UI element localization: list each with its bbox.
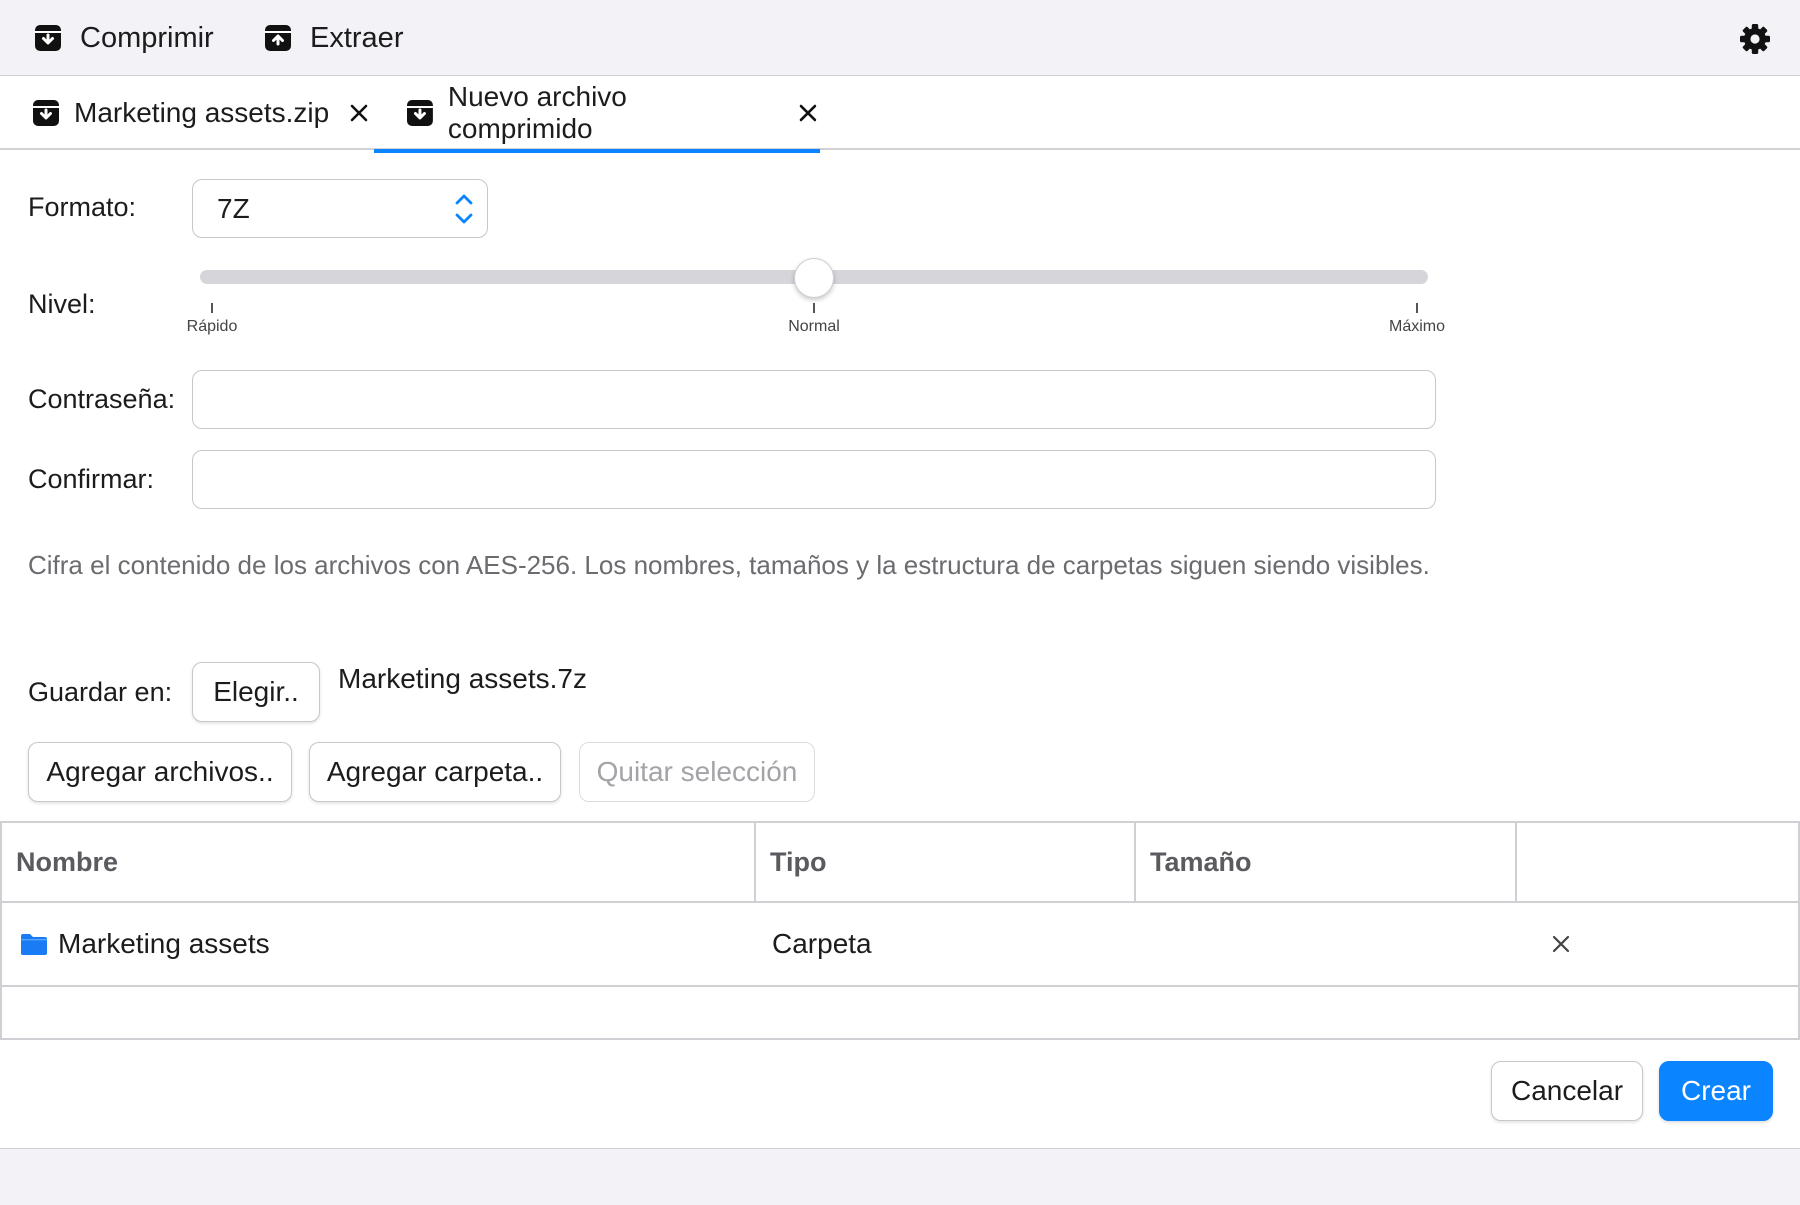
level-tick-label-fast: Rápido <box>186 318 238 335</box>
format-value: 7Z <box>217 192 250 224</box>
column-header-type[interactable]: Tipo <box>756 823 1136 901</box>
tab-label: Nuevo archivo comprimido <box>447 81 627 144</box>
tab-marketing-assets-zip[interactable]: Marketing assets.zip <box>0 76 374 150</box>
archive-up-icon <box>265 25 291 51</box>
table-row[interactable]: Marketing assets Carpeta <box>2 903 1800 987</box>
level-tick-label-max: Máximo <box>1388 318 1446 335</box>
row-name: Marketing assets <box>58 928 270 959</box>
archive-down-icon <box>406 100 433 126</box>
choose-location-button[interactable]: Elegir.. <box>192 662 320 722</box>
password-label: Contraseña: <box>28 384 176 414</box>
column-header-size[interactable]: Tamaño <box>1136 823 1517 901</box>
close-icon[interactable] <box>796 101 820 125</box>
confirm-password-input[interactable] <box>192 450 1436 509</box>
add-folder-button[interactable]: Agregar carpeta.. <box>309 742 561 802</box>
encryption-hint: Cifra el contenido de los archivos con A… <box>28 550 1430 580</box>
extract-label: Extraer <box>310 21 404 54</box>
table-header: Nombre Tipo Tamaño <box>2 823 1800 903</box>
close-icon[interactable] <box>347 101 371 125</box>
chevron-up-down-icon <box>455 194 473 224</box>
cell-type: Carpeta <box>772 928 872 959</box>
format-select[interactable]: 7Z <box>192 179 488 238</box>
level-slider-thumb[interactable] <box>794 258 834 298</box>
toolbar: Comprimir Extraer <box>0 0 1800 76</box>
tab-label: Marketing assets.zip <box>74 97 330 128</box>
cancel-button[interactable]: Cancelar <box>1491 1061 1643 1121</box>
cell-name: Marketing assets <box>20 903 270 985</box>
level-tick <box>813 303 815 313</box>
output-filename: Marketing assets.7z <box>338 663 587 694</box>
level-tick-label-normal: Normal <box>788 318 840 335</box>
status-bar <box>0 1148 1800 1205</box>
archive-down-icon <box>33 100 59 126</box>
level-label: Nivel: <box>28 289 96 319</box>
level-tick <box>1416 303 1418 313</box>
add-files-button[interactable]: Agregar archivos.. <box>28 742 292 802</box>
empty-table-row <box>2 987 1800 1040</box>
confirm-label: Confirmar: <box>28 464 155 494</box>
column-header-actions <box>1517 823 1800 901</box>
save-location-label: Guardar en: <box>28 677 173 707</box>
archive-down-icon <box>35 25 61 51</box>
tab-new-archive[interactable]: Nuevo archivo comprimido <box>374 76 820 153</box>
folder-icon <box>21 934 47 955</box>
password-input[interactable] <box>192 370 1436 429</box>
format-label: Formato: <box>28 192 137 222</box>
compress-button[interactable]: Comprimir <box>34 18 214 58</box>
compress-label: Comprimir <box>80 21 214 54</box>
column-header-name[interactable]: Nombre <box>2 823 756 901</box>
tab-bar: Marketing assets.zip Nuevo archivo compr… <box>0 76 1800 153</box>
level-tick <box>211 303 213 313</box>
create-button[interactable]: Crear <box>1659 1061 1773 1121</box>
extract-button[interactable]: Extraer <box>264 18 403 58</box>
remove-selection-button[interactable]: Quitar selección <box>579 742 815 802</box>
file-table: Nombre Tipo Tamaño Marketing assets Carp… <box>0 821 1800 1040</box>
remove-row-icon[interactable] <box>1548 931 1574 957</box>
gear-icon[interactable] <box>1738 22 1772 56</box>
